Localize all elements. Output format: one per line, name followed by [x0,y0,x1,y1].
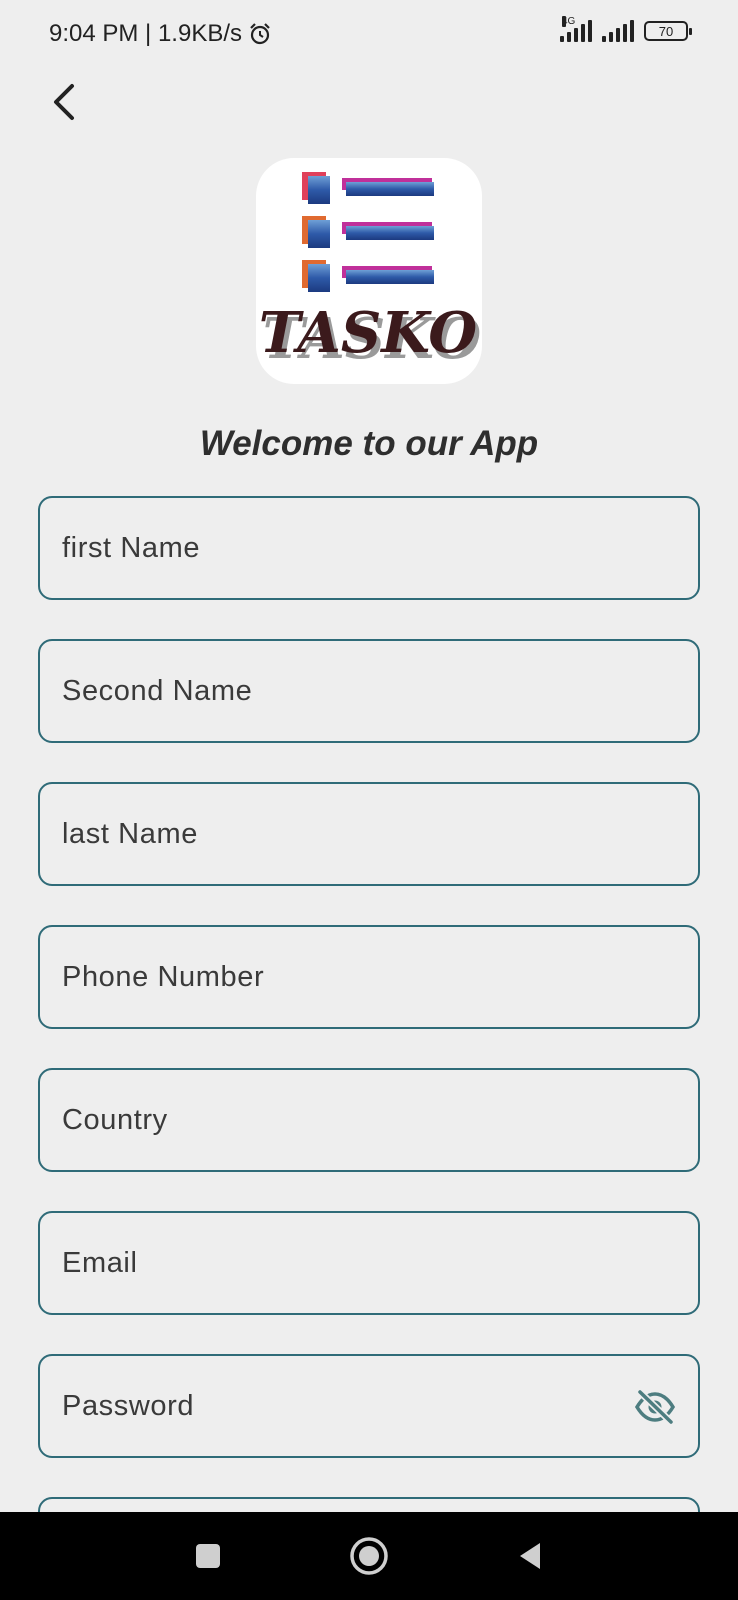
logo-row-3 [302,260,434,292]
logo-row-1 [302,172,434,204]
second-name-input[interactable] [40,641,698,741]
battery-level: 70 [658,23,674,39]
country-field[interactable] [38,1068,700,1172]
logo-text: TASKO [259,300,478,366]
phone-number-input[interactable] [40,927,698,1027]
welcome-heading: Welcome to our App [199,424,539,463]
eye-off-icon[interactable] [634,1389,676,1425]
recents-square-icon [196,1544,220,1568]
status-right: 4G 70 [560,16,692,42]
status-time-speed: 9:04 PM | 1.9KB/s [49,20,242,47]
first-name-field[interactable] [38,496,700,600]
password-field[interactable] [38,1354,700,1458]
net-type-label: 4G [562,16,576,27]
email-input[interactable] [40,1213,698,1313]
first-name-input[interactable] [40,498,698,598]
country-input[interactable] [40,1070,698,1170]
back-button[interactable] [42,80,86,124]
recents-button[interactable] [184,1532,232,1580]
back-nav-button[interactable] [506,1532,554,1580]
signal-icon-2 [602,20,634,42]
signal-icon: 4G [560,16,592,42]
logo-graphic: TASKO TASKO [259,172,481,372]
phone-number-field[interactable] [38,925,700,1029]
logo-row-2 [302,216,434,248]
home-button[interactable] [345,1532,393,1580]
email-field[interactable] [38,1211,700,1315]
chevron-left-icon [54,84,74,120]
battery-icon: 70 [644,21,692,41]
last-name-field[interactable] [38,782,700,886]
second-name-field[interactable] [38,639,700,743]
status-bar: 9:04 PM | 1.9KB/s 4G 70 [0,0,738,68]
back-triangle-icon [520,1543,540,1569]
system-nav-bar [0,1512,738,1600]
alarm-icon [250,23,270,45]
password-input[interactable] [40,1356,698,1456]
last-name-input[interactable] [40,784,698,884]
signup-screen: 9:04 PM | 1.9KB/s 4G 70 TASKO TASKO Welc… [0,0,738,1600]
status-left: 9:04 PM | 1.9KB/s [49,20,272,48]
home-circle-icon [350,1537,388,1575]
app-logo: TASKO TASKO [256,158,482,384]
